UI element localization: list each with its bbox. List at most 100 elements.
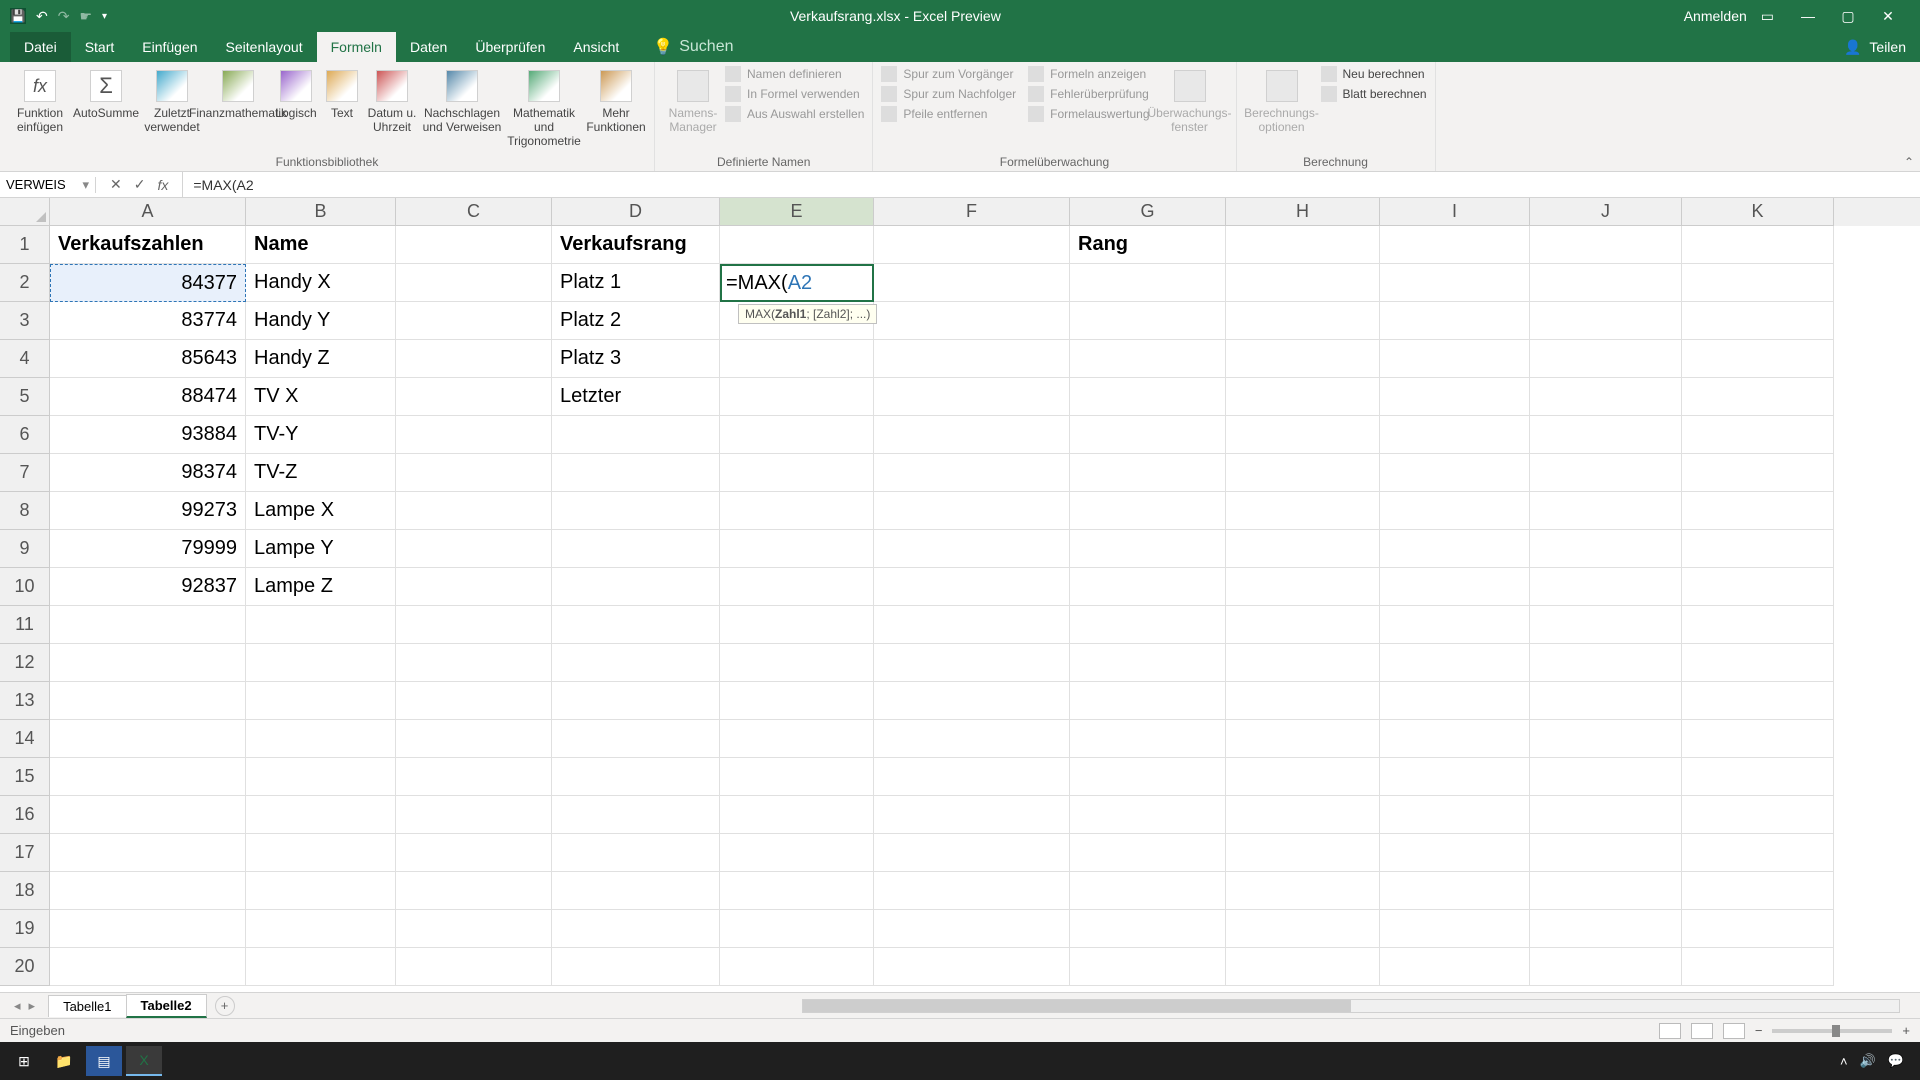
- cell-E6[interactable]: [720, 416, 874, 454]
- cell-H14[interactable]: [1226, 720, 1380, 758]
- cell-K11[interactable]: [1682, 606, 1834, 644]
- tab-insert[interactable]: Einfügen: [128, 32, 211, 62]
- editing-cell-E2[interactable]: =MAX(A2: [720, 264, 874, 302]
- calculate-sheet-button[interactable]: Blatt berechnen: [1321, 86, 1427, 102]
- cell-K8[interactable]: [1682, 492, 1834, 530]
- cell-K20[interactable]: [1682, 948, 1834, 986]
- cell-A8[interactable]: 99273: [50, 492, 246, 530]
- cell-J9[interactable]: [1530, 530, 1682, 568]
- cell-C13[interactable]: [396, 682, 552, 720]
- math-button[interactable]: Mathematik und Trigonometrie: [504, 66, 584, 148]
- cell-J10[interactable]: [1530, 568, 1682, 606]
- cell-C19[interactable]: [396, 910, 552, 948]
- cell-B11[interactable]: [246, 606, 396, 644]
- cell-I2[interactable]: [1380, 264, 1530, 302]
- cell-E14[interactable]: [720, 720, 874, 758]
- cell-I13[interactable]: [1380, 682, 1530, 720]
- cell-H18[interactable]: [1226, 872, 1380, 910]
- cell-B17[interactable]: [246, 834, 396, 872]
- sheet-nav-next-icon[interactable]: ▸: [29, 998, 36, 1014]
- cell-D11[interactable]: [552, 606, 720, 644]
- cell-B13[interactable]: [246, 682, 396, 720]
- action-center-icon[interactable]: 💬: [1888, 1053, 1904, 1069]
- column-header-E[interactable]: E: [720, 198, 874, 226]
- cell-H15[interactable]: [1226, 758, 1380, 796]
- undo-icon[interactable]: ↶: [36, 8, 48, 25]
- cell-E13[interactable]: [720, 682, 874, 720]
- cell-B10[interactable]: Lampe Z: [246, 568, 396, 606]
- zoom-out-icon[interactable]: −: [1755, 1023, 1763, 1038]
- cell-H9[interactable]: [1226, 530, 1380, 568]
- cell-C17[interactable]: [396, 834, 552, 872]
- row-header-2[interactable]: 2: [0, 264, 50, 302]
- cell-D8[interactable]: [552, 492, 720, 530]
- cell-C10[interactable]: [396, 568, 552, 606]
- lookup-button[interactable]: Nachschlagen und Verweisen: [422, 66, 502, 148]
- cell-F4[interactable]: [874, 340, 1070, 378]
- horizontal-scrollbar[interactable]: [802, 999, 1900, 1013]
- cell-F14[interactable]: [874, 720, 1070, 758]
- cell-G5[interactable]: [1070, 378, 1226, 416]
- cell-B4[interactable]: Handy Z: [246, 340, 396, 378]
- row-header-9[interactable]: 9: [0, 530, 50, 568]
- autosum-button[interactable]: ΣAutoSumme: [74, 66, 138, 148]
- row-header-14[interactable]: 14: [0, 720, 50, 758]
- column-header-A[interactable]: A: [50, 198, 246, 226]
- cell-C2[interactable]: [396, 264, 552, 302]
- cell-B15[interactable]: [246, 758, 396, 796]
- cell-B20[interactable]: [246, 948, 396, 986]
- enter-formula-icon[interactable]: ✓: [134, 176, 146, 193]
- signin-link[interactable]: Anmelden: [1684, 8, 1747, 24]
- row-header-15[interactable]: 15: [0, 758, 50, 796]
- cell-J13[interactable]: [1530, 682, 1682, 720]
- cell-A11[interactable]: [50, 606, 246, 644]
- cell-I5[interactable]: [1380, 378, 1530, 416]
- cell-I18[interactable]: [1380, 872, 1530, 910]
- row-header-11[interactable]: 11: [0, 606, 50, 644]
- cell-G2[interactable]: [1070, 264, 1226, 302]
- cell-H5[interactable]: [1226, 378, 1380, 416]
- cell-C12[interactable]: [396, 644, 552, 682]
- sheet-nav-prev-icon[interactable]: ◂: [14, 998, 21, 1014]
- add-sheet-button[interactable]: +: [215, 996, 235, 1016]
- cell-K16[interactable]: [1682, 796, 1834, 834]
- row-header-13[interactable]: 13: [0, 682, 50, 720]
- cell-B7[interactable]: TV-Z: [246, 454, 396, 492]
- cell-H6[interactable]: [1226, 416, 1380, 454]
- cell-K3[interactable]: [1682, 302, 1834, 340]
- cell-G20[interactable]: [1070, 948, 1226, 986]
- cell-K17[interactable]: [1682, 834, 1834, 872]
- cell-H10[interactable]: [1226, 568, 1380, 606]
- cell-J15[interactable]: [1530, 758, 1682, 796]
- cell-J12[interactable]: [1530, 644, 1682, 682]
- cell-B16[interactable]: [246, 796, 396, 834]
- cell-G16[interactable]: [1070, 796, 1226, 834]
- cell-A12[interactable]: [50, 644, 246, 682]
- tab-start[interactable]: Start: [71, 32, 129, 62]
- cell-D16[interactable]: [552, 796, 720, 834]
- cell-I8[interactable]: [1380, 492, 1530, 530]
- formula-input[interactable]: =MAX(A2: [183, 177, 1920, 193]
- more-button[interactable]: Mehr Funktionen: [586, 66, 646, 148]
- redo-icon[interactable]: ↷: [58, 8, 70, 25]
- fx-icon[interactable]: fx: [157, 177, 168, 193]
- column-header-J[interactable]: J: [1530, 198, 1682, 226]
- cell-C15[interactable]: [396, 758, 552, 796]
- column-header-I[interactable]: I: [1380, 198, 1530, 226]
- cell-A19[interactable]: [50, 910, 246, 948]
- cell-G11[interactable]: [1070, 606, 1226, 644]
- tab-view[interactable]: Ansicht: [559, 32, 633, 62]
- cell-J1[interactable]: [1530, 226, 1682, 264]
- cell-B12[interactable]: [246, 644, 396, 682]
- name-box-dropdown-icon[interactable]: ▾: [82, 177, 89, 193]
- zoom-in-icon[interactable]: +: [1902, 1023, 1910, 1038]
- cell-K15[interactable]: [1682, 758, 1834, 796]
- cell-F11[interactable]: [874, 606, 1070, 644]
- cell-A3[interactable]: 83774: [50, 302, 246, 340]
- cell-G19[interactable]: [1070, 910, 1226, 948]
- cell-A4[interactable]: 85643: [50, 340, 246, 378]
- sheet-tab-1[interactable]: Tabelle1: [48, 995, 126, 1017]
- cell-G1[interactable]: Rang: [1070, 226, 1226, 264]
- cell-K9[interactable]: [1682, 530, 1834, 568]
- cell-K4[interactable]: [1682, 340, 1834, 378]
